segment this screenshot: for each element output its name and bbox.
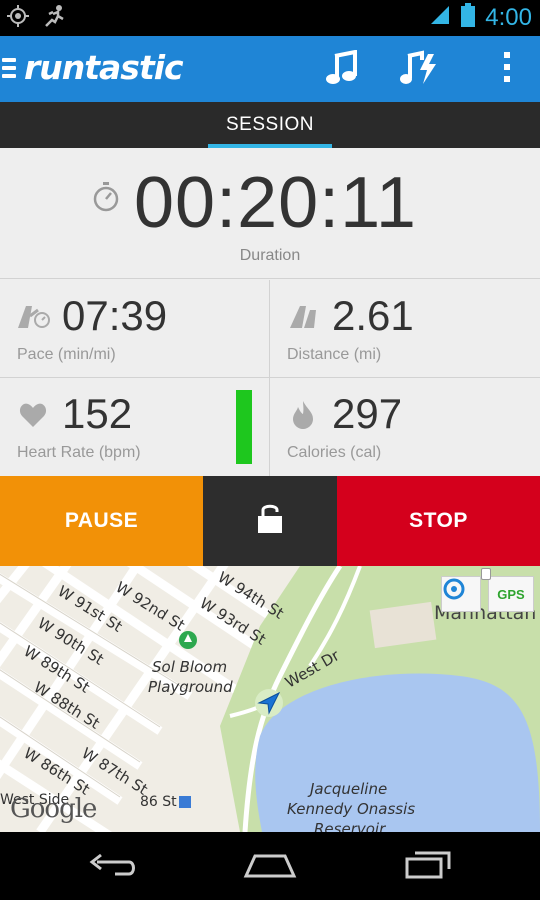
heart-rate-label: Heart Rate (bpm) [17, 444, 141, 461]
gps-icon [6, 4, 30, 33]
drawer-menu-icon [2, 57, 16, 78]
powersong-icon [400, 50, 440, 91]
place-label: Jacqueline [310, 780, 388, 798]
pace-value: 07:39 [62, 292, 168, 339]
powersong-button[interactable] [398, 48, 442, 92]
app-logo: runtastic [24, 48, 184, 87]
calories-value: 297 [332, 390, 403, 437]
map-view[interactable]: W 94th St W 93rd St W 92nd St W 91st St … [0, 566, 540, 832]
tab-session[interactable]: SESSION [208, 102, 332, 148]
pace-icon [16, 300, 50, 334]
map-pin-icon [481, 568, 491, 580]
lock-button[interactable] [203, 476, 337, 566]
session-controls: PAUSE STOP [0, 476, 540, 566]
place-label: Reservoir [314, 820, 386, 832]
clock: 4:00 [485, 3, 532, 31]
heart-icon [16, 398, 50, 432]
stop-button[interactable]: STOP [337, 476, 540, 566]
duration-label: Duration [239, 247, 301, 264]
duration-value: 00:20:11 [134, 163, 417, 243]
system-navigation-bar [0, 832, 540, 900]
place-label: Playground [148, 678, 233, 696]
distance-value: 2.61 [332, 292, 414, 339]
gps-status-button[interactable]: GPS [488, 576, 534, 612]
overflow-menu-icon[interactable] [504, 52, 510, 82]
follow-location-button[interactable] [441, 576, 481, 612]
app-home-button[interactable]: runtastic [0, 48, 184, 87]
heart-rate-panel[interactable]: 152 Heart Rate (bpm) [0, 378, 270, 476]
back-button[interactable] [82, 846, 142, 886]
flame-icon [286, 398, 320, 432]
stopwatch-icon [92, 182, 120, 217]
distance-panel[interactable]: 2.61 Distance (mi) [270, 280, 540, 378]
calories-panel[interactable]: 297 Calories (cal) [270, 378, 540, 476]
status-bar: 4:00 [0, 0, 540, 36]
recent-apps-button[interactable] [398, 846, 458, 886]
duration-panel: 00:20:11 Duration [0, 148, 540, 279]
tab-bar: SESSION [0, 102, 540, 148]
recent-apps-icon [403, 849, 453, 884]
pace-label: Pace (min/mi) [17, 346, 116, 363]
place-label: Kennedy Onassis [287, 800, 416, 818]
subway-label: 86 St [140, 794, 177, 810]
calories-label: Calories (cal) [287, 444, 382, 461]
signal-icon [429, 4, 451, 31]
session-stats: 00:20:11 Duration 07:39 Pace (min/mi) 2.… [0, 148, 540, 476]
place-label: Sol Bloom [152, 658, 228, 676]
music-icon [325, 49, 359, 91]
road-icon [286, 300, 320, 334]
back-icon [87, 850, 137, 883]
heart-rate-zone-bar [236, 390, 252, 464]
pace-panel[interactable]: 07:39 Pace (min/mi) [0, 280, 270, 378]
runner-icon [42, 4, 68, 33]
gps-label: GPS [497, 586, 525, 602]
home-icon [243, 850, 297, 883]
battery-icon [461, 3, 476, 32]
music-button[interactable] [320, 48, 364, 92]
heart-rate-value: 152 [62, 390, 133, 437]
lock-icon [257, 502, 283, 540]
action-bar: runtastic [0, 36, 540, 102]
pause-button[interactable]: PAUSE [0, 476, 203, 566]
google-logo: Google [10, 794, 97, 824]
home-button[interactable] [240, 846, 300, 886]
distance-label: Distance (mi) [287, 346, 382, 363]
